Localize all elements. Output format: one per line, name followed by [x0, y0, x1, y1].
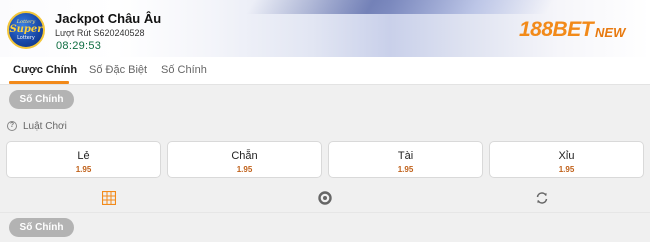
option-name: Chẵn — [231, 150, 258, 162]
bet-type-tabs: Cược Chính Số Đặc Biệt Số Chính — [0, 57, 650, 85]
tab-main-number[interactable]: Số Chính — [161, 64, 207, 76]
help-icon: ? — [7, 121, 17, 131]
option-name: Xỉu — [558, 150, 575, 162]
rules-label: Luật Chơi — [23, 120, 67, 132]
tab-special-number[interactable]: Số Đặc Biệt — [89, 64, 147, 76]
option-odds: 1.95 — [236, 165, 253, 174]
option-odds: 1.95 — [397, 165, 414, 174]
game-header: Lottery Super Lottery Jackpot Châu Âu Lư… — [0, 0, 650, 57]
section-pill-main-number-bottom[interactable]: Số Chính — [9, 218, 74, 237]
option-odds: 1.95 — [75, 165, 92, 174]
countdown-timer: 08:29:53 — [56, 40, 102, 52]
option-name: Lẻ — [77, 150, 90, 162]
bet-options: Lẻ 1.95 Chẵn 1.95 Tài 1.95 Xỉu 1.95 — [0, 138, 650, 182]
brand-logo: 188 BET NEW — [519, 18, 626, 41]
active-tab-indicator — [9, 81, 69, 84]
circle-icon[interactable] — [318, 191, 332, 205]
bet-option-big[interactable]: Tài 1.95 — [328, 141, 483, 178]
option-odds: 1.95 — [558, 165, 575, 174]
tab-main-bets[interactable]: Cược Chính — [13, 64, 77, 76]
refresh-icon[interactable] — [535, 191, 549, 205]
game-title: Jackpot Châu Âu — [55, 11, 162, 26]
header-decoration — [245, 0, 555, 14]
super-lottery-logo: Lottery Super Lottery — [7, 11, 45, 49]
bet-option-even[interactable]: Chẵn 1.95 — [167, 141, 322, 178]
bet-option-odd[interactable]: Lẻ 1.95 — [6, 141, 161, 178]
option-name: Tài — [397, 150, 414, 162]
view-toolbar — [0, 187, 650, 211]
section-pill-main-number[interactable]: Số Chính — [9, 90, 74, 109]
bet-option-small[interactable]: Xỉu 1.95 — [489, 141, 644, 178]
grid-icon[interactable] — [101, 190, 117, 206]
draw-number: Lượt Rút S620240528 — [55, 28, 145, 38]
rules-link[interactable]: ? Luật Chơi — [7, 119, 67, 133]
section-divider — [0, 212, 650, 213]
